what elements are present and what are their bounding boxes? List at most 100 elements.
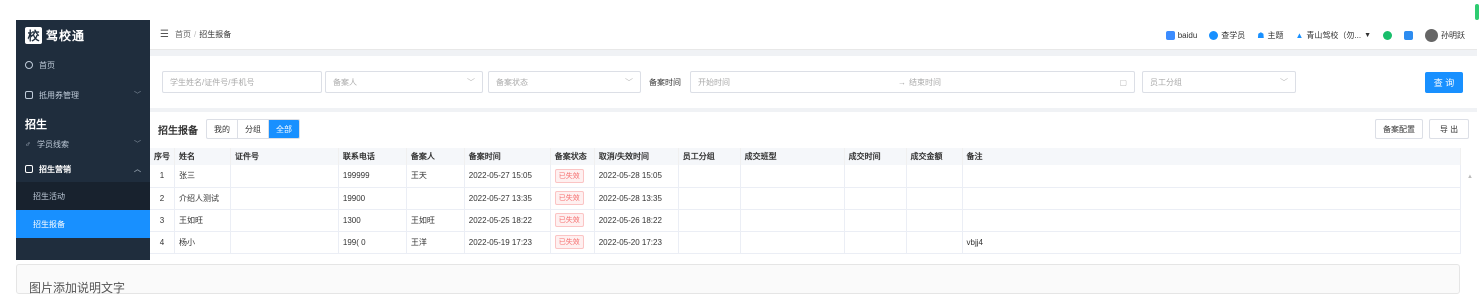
cell-reporter: 王天 (406, 165, 465, 188)
breadcrumb: 首页 / 招生报备 (175, 29, 231, 40)
image-caption-input[interactable]: 图片添加说明文字 (16, 264, 1460, 295)
col-status: 备案状态 (550, 148, 595, 165)
cell-report-time: 2022-05-27 13:35 (464, 187, 551, 210)
range-arrow: → (898, 77, 906, 87)
table-row[interactable]: 3 王如旺 1300 王如旺 2022-05-25 18:22 已失效 2022… (150, 209, 1462, 232)
cell-report-time: 2022-05-19 17:23 (464, 231, 551, 254)
status-placeholder: 备案状态 (496, 77, 528, 87)
students-label: 查学员 (1221, 30, 1246, 40)
refresh-icon[interactable] (1383, 30, 1392, 40)
cell-note (962, 209, 1462, 232)
sidebar-item-marketing[interactable]: 招生营销 ︿ (16, 156, 150, 182)
cell-note: vbjj4 (962, 231, 1462, 254)
cell-status: 已失效 (550, 187, 595, 210)
user-name: 孙明跃 (1441, 30, 1465, 40)
sidebar-group-title: 招生 (25, 119, 47, 131)
status-select[interactable]: 备案状态 ﹀ (488, 71, 641, 93)
cell-cancel-time: 2022-05-28 13:35 (594, 187, 679, 210)
scroll-up-icon[interactable]: ▲ (1467, 174, 1473, 180)
student-search-input[interactable]: 学生姓名/证件号/手机号 (162, 71, 322, 93)
search-students-link[interactable]: 查学员 (1209, 30, 1245, 41)
theme-link[interactable]: ☗ 主题 (1257, 30, 1283, 41)
cell-deal-amount (906, 209, 963, 232)
student-search-placeholder: 学生姓名/证件号/手机号 (170, 77, 255, 87)
date-range-picker[interactable]: 开始时间 → 结束时间 ▢ (690, 71, 1135, 93)
end-time-placeholder: 结束时间 (909, 77, 941, 87)
cell-name: 介绍人测试 (174, 187, 231, 210)
status-badge: 已失效 (554, 191, 584, 205)
report-config-button[interactable]: 备案配置 (1375, 119, 1423, 139)
sidebar-item-home[interactable]: 首页 (16, 50, 150, 80)
top-bar: ☰ 首页/招生报备 baidu 查学员 ☗ 主题 ▲ 青山驾校（勿... ▼ (150, 20, 1477, 50)
app-window: 校 驾校通 首页 抵用券管理 ﹀ 招生 ♂ 学员线索 ﹀ 招生营销 ︿ 招生活动 (16, 20, 1477, 260)
cell-name: 张三 (174, 165, 231, 188)
avatar (1425, 28, 1438, 42)
tab-group[interactable]: 分组 (238, 120, 269, 138)
cell-cancel-time: 2022-05-28 15:05 (594, 165, 679, 188)
sidebar-item-leads[interactable]: ♂ 学员线索 ﹀ (16, 132, 150, 156)
user-menu[interactable]: 孙明跃 (1425, 28, 1465, 42)
staff-group-select[interactable]: 员工分组 ﹀ (1142, 71, 1296, 93)
cell-deal-amount (906, 165, 963, 188)
screen-icon[interactable] (1404, 30, 1413, 40)
calendar-icon: ▢ (1119, 77, 1127, 87)
sidebar-item-report[interactable]: 招生报备 (16, 210, 150, 238)
cell-phone: 199( 0 (338, 231, 407, 254)
tab-mine[interactable]: 我的 (207, 120, 238, 138)
reporter-select[interactable]: 备案人 ﹀ (325, 71, 483, 93)
school-select[interactable]: ▲ 青山驾校（勿... ▼ (1295, 30, 1371, 41)
cell-index: 3 (150, 209, 175, 232)
cell-deal-amount (906, 231, 963, 254)
sidebar-item-label: 招生营销 (39, 164, 71, 174)
sidebar-item-label: 抵用券管理 (39, 90, 79, 100)
col-deal-time: 成交时间 (844, 148, 907, 165)
tab-all[interactable]: 全部 (269, 120, 299, 138)
sidebar-item-label: 招生报备 (33, 219, 65, 229)
cell-deal-time (844, 231, 907, 254)
top-right-tools: baidu 查学员 ☗ 主题 ▲ 青山驾校（勿... ▼ 孙明跃 (1165, 20, 1465, 50)
table-row[interactable]: 4 杨小 199( 0 王洋 2022-05-19 17:23 已失效 2022… (150, 231, 1462, 254)
chevron-down-icon: ﹀ (134, 141, 141, 148)
sidebar-item-label: 学员线索 (37, 139, 69, 149)
side-tab-indicator[interactable] (1475, 4, 1479, 20)
cell-name: 杨小 (174, 231, 231, 254)
export-button[interactable]: 导 出 (1429, 119, 1469, 139)
table-row[interactable]: 1 张三 199999 王天 2022-05-27 15:05 已失效 2022… (150, 165, 1462, 188)
menu-toggle-icon[interactable]: ☰ (160, 29, 169, 40)
cell-id-number (230, 165, 339, 188)
panel-header: 招生报备 我的 分组 全部 备案配置 导 出 (158, 119, 1469, 139)
breadcrumb-separator: / (193, 30, 197, 39)
cell-deal-time (844, 209, 907, 232)
cell-status: 已失效 (550, 209, 595, 232)
report-table: 序号 姓名 证件号 联系电话 备案人 备案时间 备案状态 取消/失效时间 员工分… (150, 148, 1462, 254)
status-badge: 已失效 (554, 168, 584, 183)
caret-down-icon: ▼ (1364, 31, 1371, 39)
logo-icon: 校 (25, 26, 42, 44)
sidebar-item-activities[interactable]: 招生活动 (16, 182, 150, 210)
col-name: 姓名 (174, 148, 231, 165)
filter-panel: 学生姓名/证件号/手机号 备案人 ﹀ 备案状态 ﹀ 备案时间 开始时间 → 结束… (150, 56, 1477, 108)
cell-index: 2 (150, 187, 175, 210)
cell-index: 4 (150, 231, 175, 254)
col-deal-amount: 成交金额 (906, 148, 963, 165)
panel-title: 招生报备 (158, 125, 198, 137)
cell-id-number (230, 187, 339, 210)
baidu-link[interactable]: baidu (1165, 30, 1197, 40)
cell-deal-class (740, 209, 845, 232)
table-row[interactable]: 2 介绍人测试 19900 2022-05-27 13:35 已失效 2022-… (150, 187, 1462, 210)
app-name: 驾校通 (46, 28, 86, 43)
breadcrumb-home[interactable]: 首页 (175, 30, 191, 39)
col-cancel-time: 取消/失效时间 (594, 148, 679, 165)
cell-name: 王如旺 (174, 209, 231, 232)
cell-report-time: 2022-05-27 15:05 (464, 165, 551, 188)
sidebar-item-coupons[interactable]: 抵用券管理 ﹀ (16, 80, 150, 110)
cell-note (962, 165, 1462, 188)
cell-deal-amount (906, 187, 963, 210)
cell-report-time: 2022-05-25 18:22 (464, 209, 551, 232)
cell-phone: 199999 (338, 165, 407, 188)
baidu-icon (1165, 30, 1175, 40)
start-time-placeholder: 开始时间 (698, 77, 730, 87)
cell-phone: 19900 (338, 187, 407, 210)
chevron-down-icon: ﹀ (1280, 77, 1288, 87)
query-button[interactable]: 查 询 (1425, 72, 1463, 93)
